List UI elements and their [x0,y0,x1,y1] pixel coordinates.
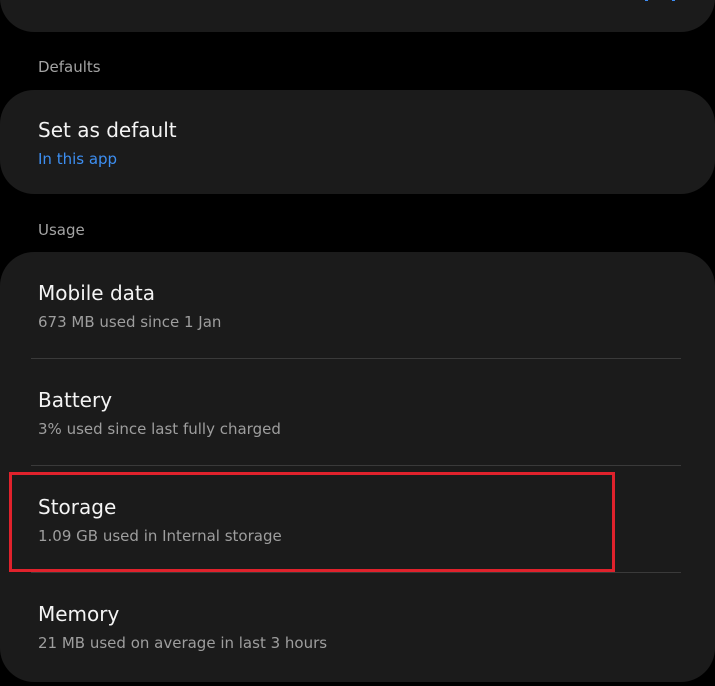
memory-title: Memory [38,602,120,626]
usage-card: Mobile data 673 MB used since 1 Jan Batt… [0,252,715,682]
battery-title: Battery [38,388,113,412]
mobile-data-item[interactable]: Mobile data 673 MB used since 1 Jan [0,252,715,359]
mobile-data-title: Mobile data [38,281,156,305]
set-as-default-item[interactable]: Set as default In this app [0,90,715,194]
storage-subtitle: 1.09 GB used in Internal storage [38,527,282,545]
set-as-default-title: Set as default [38,118,177,142]
battery-subtitle: 3% used since last fully charged [38,420,281,438]
section-header-defaults: Defaults [38,58,101,76]
storage-title: Storage [38,495,117,519]
defaults-card: Set as default In this app [0,90,715,194]
memory-subtitle: 21 MB used on average in last 3 hours [38,634,328,652]
storage-item[interactable]: Storage 1.09 GB used in Internal storage [0,466,715,573]
set-as-default-subtitle: In this app [38,150,118,168]
battery-item[interactable]: Battery 3% used since last fully charged [0,359,715,466]
previous-settings-card [0,0,715,32]
toggle-switch-icon[interactable] [645,0,675,1]
section-header-usage: Usage [38,221,85,239]
memory-item[interactable]: Memory 21 MB used on average in last 3 h… [0,573,715,680]
mobile-data-subtitle: 673 MB used since 1 Jan [38,313,222,331]
